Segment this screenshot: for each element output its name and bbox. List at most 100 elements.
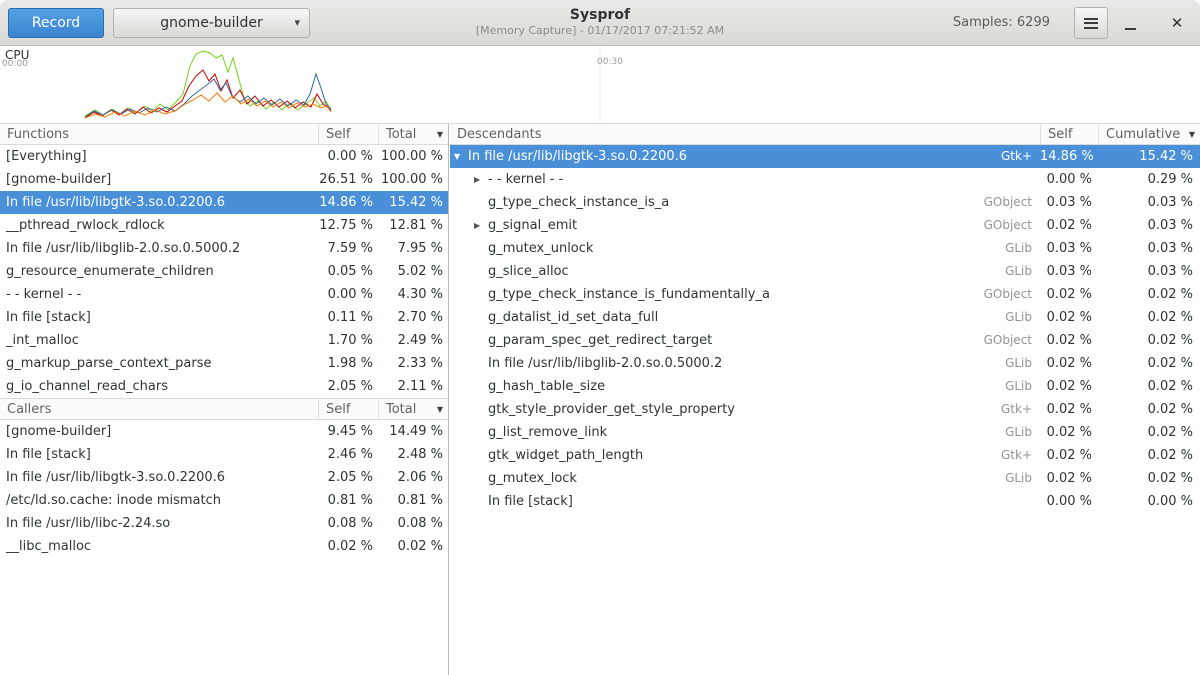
tree-row[interactable]: g_mutex_unlockGLib0.03 %0.03 % — [450, 237, 1200, 260]
cpu-graph[interactable]: CPU 00:00 00:30 — [0, 46, 1200, 123]
tree-row[interactable]: gtk_widget_path_lengthGtk+0.02 %0.02 % — [450, 444, 1200, 467]
expander-open-icon[interactable]: ▼ — [452, 145, 468, 168]
table-row[interactable]: - - kernel - -0.00 %4.30 % — [0, 283, 448, 306]
cumulative-value: 0.02 % — [1098, 444, 1200, 467]
tree-row[interactable]: g_list_remove_linkGLib0.02 %0.02 % — [450, 421, 1200, 444]
tree-row[interactable]: ▶g_signal_emitGObject0.02 %0.03 % — [450, 214, 1200, 237]
cumulative-value: 0.00 % — [1098, 490, 1200, 513]
descendant-name-cell: ▶g_signal_emit GObject — [450, 214, 1040, 237]
column-header-callers[interactable]: Callers — [0, 399, 318, 419]
descendants-table-header: Descendants Self Cumulative ▼ — [450, 123, 1200, 145]
table-row[interactable]: __pthread_rwlock_rdlock12.75 %12.81 % — [0, 214, 448, 237]
column-header-total[interactable]: Total ▼ — [378, 124, 448, 144]
function-name: g_resource_enumerate_children — [0, 260, 318, 283]
sort-arrow-icon: ▼ — [437, 124, 443, 144]
table-row[interactable]: [Everything]0.00 %100.00 % — [0, 145, 448, 168]
expander-closed-icon[interactable]: ▶ — [472, 168, 488, 191]
function-name: In file [stack] — [488, 490, 573, 513]
descendant-name-cell: g_slice_allocGLib — [450, 260, 1040, 283]
minimize-icon — [1125, 28, 1136, 30]
function-name: g_markup_parse_context_parse — [0, 352, 318, 375]
cumulative-value: 0.29 % — [1098, 168, 1200, 191]
self-value: 0.03 % — [1040, 191, 1098, 214]
self-value: 2.46 % — [318, 443, 378, 466]
time-tick-start: 00:00 — [2, 59, 28, 69]
window-subtitle: [Memory Capture] - 01/17/2017 07:21:52 A… — [320, 24, 880, 38]
total-value: 5.02 % — [378, 260, 448, 283]
table-row[interactable]: /etc/ld.so.cache: inode mismatch0.81 %0.… — [0, 489, 448, 512]
function-name: __pthread_rwlock_rdlock — [0, 214, 318, 237]
tree-row[interactable]: g_param_spec_get_redirect_targetGObject0… — [450, 329, 1200, 352]
table-row[interactable]: In file /usr/lib/libglib-2.0.so.0.5000.2… — [0, 237, 448, 260]
column-header-self[interactable]: Self — [318, 124, 378, 144]
total-value: 2.11 % — [378, 375, 448, 398]
function-name: g_io_channel_read_chars — [0, 375, 318, 398]
total-value: 0.08 % — [378, 512, 448, 535]
close-button[interactable]: ✕ — [1163, 9, 1191, 37]
self-value: 0.02 % — [1040, 375, 1098, 398]
minimize-button[interactable] — [1116, 9, 1144, 37]
tree-row[interactable]: g_slice_allocGLib0.03 %0.03 % — [450, 260, 1200, 283]
table-row[interactable]: _int_malloc1.70 %2.49 % — [0, 329, 448, 352]
column-header-total[interactable]: Total ▼ — [378, 399, 448, 419]
samples-count: Samples: 6299 — [953, 15, 1050, 30]
profile-dropdown-label: gnome-builder — [160, 15, 262, 31]
column-header-functions[interactable]: Functions — [0, 124, 318, 144]
function-name: gtk_style_provider_get_style_property — [488, 398, 735, 421]
column-header-total-label: Total — [386, 127, 416, 142]
tree-row[interactable]: g_datalist_id_set_data_fullGLib0.02 %0.0… — [450, 306, 1200, 329]
table-row[interactable]: __libc_malloc0.02 %0.02 % — [0, 535, 448, 558]
column-header-self[interactable]: Self — [318, 399, 378, 419]
total-value: 2.06 % — [378, 466, 448, 489]
table-row[interactable]: In file [stack]0.11 %2.70 % — [0, 306, 448, 329]
column-header-cumulative[interactable]: Cumulative ▼ — [1098, 124, 1200, 144]
library-label: GObject — [984, 214, 1040, 237]
profile-dropdown[interactable]: gnome-builder ▾ — [113, 8, 310, 38]
table-row[interactable]: g_resource_enumerate_children0.05 %5.02 … — [0, 260, 448, 283]
record-button[interactable]: Record — [8, 8, 104, 38]
table-row[interactable]: In file /usr/lib/libc-2.24.so0.08 %0.08 … — [0, 512, 448, 535]
table-row[interactable]: [gnome-builder]9.45 %14.49 % — [0, 420, 448, 443]
self-value: 12.75 % — [318, 214, 378, 237]
column-header-self[interactable]: Self — [1040, 124, 1098, 144]
total-value: 2.49 % — [378, 329, 448, 352]
table-row[interactable]: g_markup_parse_context_parse1.98 %2.33 % — [0, 352, 448, 375]
tree-row[interactable]: In file [stack]0.00 %0.00 % — [450, 490, 1200, 513]
descendant-name-cell: g_mutex_unlockGLib — [450, 237, 1040, 260]
functions-table-body: [Everything]0.00 %100.00 %[gnome-builder… — [0, 145, 448, 398]
cumulative-value: 0.03 % — [1098, 260, 1200, 283]
self-value: 0.02 % — [1040, 283, 1098, 306]
column-header-descendants[interactable]: Descendants — [450, 124, 1040, 144]
descendant-name-cell: g_list_remove_linkGLib — [450, 421, 1040, 444]
tree-row[interactable]: g_type_check_instance_is_fundamentally_a… — [450, 283, 1200, 306]
total-value: 0.02 % — [378, 535, 448, 558]
cumulative-value: 15.42 % — [1098, 145, 1200, 168]
tree-row[interactable]: gtk_style_provider_get_style_propertyGtk… — [450, 398, 1200, 421]
function-name: In file [stack] — [0, 443, 318, 466]
self-value: 7.59 % — [318, 237, 378, 260]
self-value: 0.02 % — [1040, 214, 1098, 237]
expander-closed-icon[interactable]: ▶ — [472, 214, 488, 237]
table-row[interactable]: In file /usr/lib/libgtk-3.so.0.2200.62.0… — [0, 466, 448, 489]
table-row[interactable]: In file /usr/lib/libgtk-3.so.0.2200.614.… — [0, 191, 448, 214]
tree-row[interactable]: ▶- - kernel - -0.00 %0.29 % — [450, 168, 1200, 191]
total-value: 0.81 % — [378, 489, 448, 512]
left-pane: Functions Self Total ▼ [Everything]0.00 … — [0, 123, 449, 675]
function-name: In file /usr/lib/libgtk-3.so.0.2200.6 — [0, 191, 318, 214]
menu-button[interactable] — [1074, 7, 1108, 39]
table-row[interactable]: In file [stack]2.46 %2.48 % — [0, 443, 448, 466]
callers-table-body: [gnome-builder]9.45 %14.49 %In file [sta… — [0, 420, 448, 558]
tree-row[interactable]: g_hash_table_sizeGLib0.02 %0.02 % — [450, 375, 1200, 398]
table-row[interactable]: [gnome-builder]26.51 %100.00 % — [0, 168, 448, 191]
tree-row[interactable]: ▼In file /usr/lib/libgtk-3.so.0.2200.6Gt… — [450, 145, 1200, 168]
function-name: g_hash_table_size — [488, 375, 605, 398]
tree-row[interactable]: g_type_check_instance_is_aGObject0.03 %0… — [450, 191, 1200, 214]
library-label: GObject — [984, 191, 1040, 214]
table-row[interactable]: g_io_channel_read_chars2.05 %2.11 % — [0, 375, 448, 398]
tree-row[interactable]: g_mutex_lockGLib0.02 %0.02 % — [450, 467, 1200, 490]
library-label: GLib — [1005, 352, 1040, 375]
self-value: 9.45 % — [318, 420, 378, 443]
function-name: g_signal_emit — [488, 214, 577, 237]
function-name: g_list_remove_link — [488, 421, 607, 444]
tree-row[interactable]: In file /usr/lib/libglib-2.0.so.0.5000.2… — [450, 352, 1200, 375]
